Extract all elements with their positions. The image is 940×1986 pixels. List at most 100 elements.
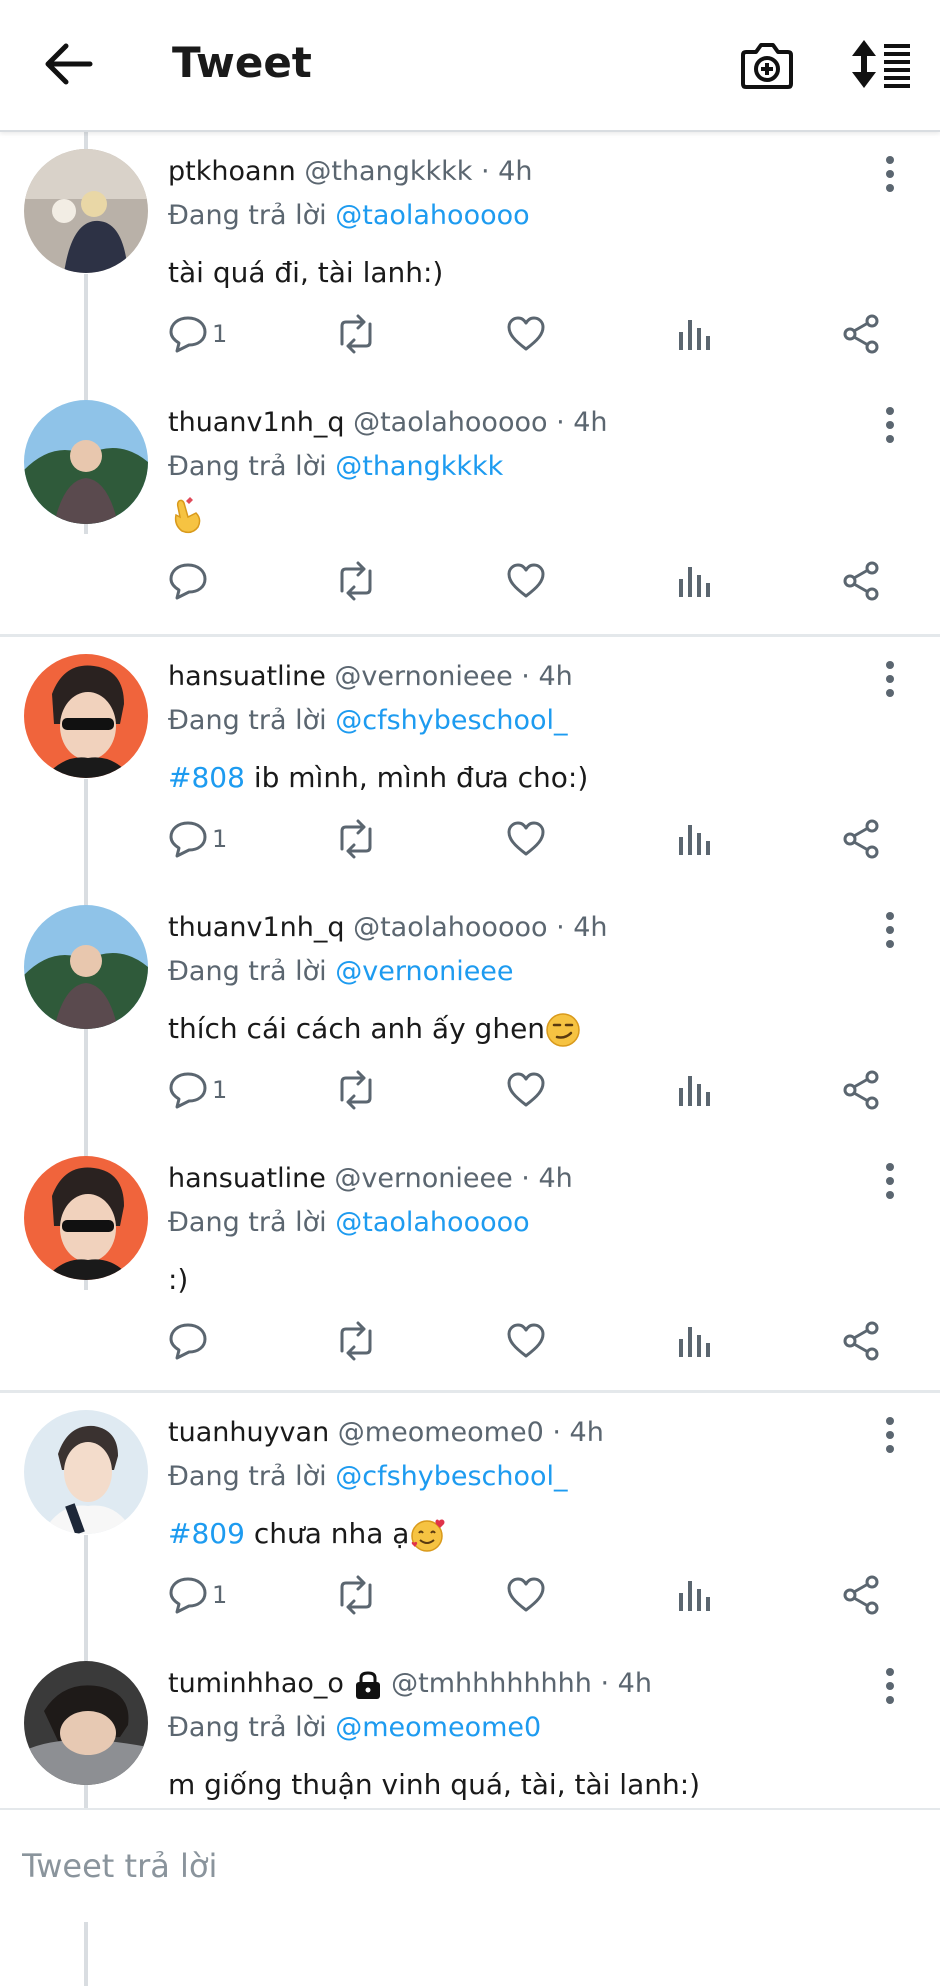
share-button[interactable] bbox=[842, 314, 880, 358]
timestamp: · 4h bbox=[552, 1417, 604, 1448]
like-button[interactable] bbox=[506, 1070, 546, 1114]
replying-to-label: Đang trả lời bbox=[168, 956, 327, 987]
sort-order-icon[interactable] bbox=[850, 38, 912, 90]
reply-button[interactable]: 1 bbox=[168, 1575, 248, 1619]
user-handle[interactable]: @vernonieee bbox=[334, 1163, 512, 1194]
replying-to-label: Đang trả lời bbox=[168, 1712, 327, 1743]
share-icon bbox=[843, 819, 879, 859]
user-handle[interactable]: @meomeome0 bbox=[338, 1417, 544, 1448]
user-handle[interactable]: @tmhhhhhhhh bbox=[391, 1668, 592, 1699]
like-button[interactable] bbox=[506, 314, 546, 358]
avatar[interactable] bbox=[24, 149, 148, 273]
tweet-author-line: ptkhoann @thangkkkk · 4h bbox=[168, 156, 532, 187]
view-stats-button[interactable] bbox=[676, 1070, 710, 1114]
username[interactable]: thuanv1nh_q bbox=[168, 912, 345, 943]
username[interactable]: ptkhoann bbox=[168, 156, 296, 187]
tweet-author-line: hansuatline @vernonieee · 4h bbox=[168, 661, 573, 692]
tweet-author-line: tuanhuyvan @meomeome0 · 4h bbox=[168, 1417, 604, 1448]
reply-to-mention[interactable]: @thangkkkk bbox=[335, 451, 503, 482]
analytics-icon bbox=[679, 1581, 710, 1611]
retweet-button[interactable] bbox=[334, 561, 378, 605]
reply-button[interactable] bbox=[168, 561, 248, 605]
reply-to-mention[interactable]: @meomeome0 bbox=[335, 1712, 541, 1743]
more-options-icon[interactable] bbox=[878, 659, 902, 699]
share-button[interactable] bbox=[842, 1321, 880, 1365]
tweet-item[interactable]: hansuatline @vernonieee · 4h Đang trả lờ… bbox=[0, 1139, 940, 1390]
username[interactable]: hansuatline bbox=[168, 661, 326, 692]
more-options-icon[interactable] bbox=[878, 1666, 902, 1706]
camera-add-icon[interactable] bbox=[740, 38, 794, 92]
more-options-icon[interactable] bbox=[878, 405, 902, 445]
view-stats-button[interactable] bbox=[676, 314, 710, 358]
lock-icon bbox=[355, 1670, 380, 1699]
retweet-button[interactable] bbox=[334, 1070, 378, 1114]
view-stats-button[interactable] bbox=[676, 1575, 710, 1619]
view-stats-button[interactable] bbox=[676, 561, 710, 605]
user-handle[interactable]: @taolahooooo bbox=[353, 407, 547, 438]
more-options-icon[interactable] bbox=[878, 1161, 902, 1201]
analytics-icon bbox=[679, 320, 710, 350]
back-arrow-icon[interactable] bbox=[40, 40, 94, 88]
reply-composer bbox=[0, 1808, 940, 1922]
retweet-button[interactable] bbox=[334, 1321, 378, 1365]
user-handle[interactable]: @thangkkkk bbox=[304, 156, 472, 187]
username[interactable]: thuanv1nh_q bbox=[168, 407, 345, 438]
tweet-item[interactable]: tuanhuyvan @meomeome0 · 4h Đang trả lời … bbox=[0, 1393, 940, 1644]
reply-button[interactable]: 1 bbox=[168, 314, 248, 358]
reply-input[interactable] bbox=[20, 1840, 924, 1892]
reply-to-mention[interactable]: @cfshybeschool_ bbox=[335, 705, 567, 736]
tweet-text bbox=[168, 495, 204, 535]
reply-to-mention[interactable]: @taolahooooo bbox=[335, 200, 529, 231]
retweet-icon bbox=[340, 1575, 372, 1615]
hashtag-link[interactable]: #809 bbox=[168, 1517, 245, 1550]
avatar[interactable] bbox=[24, 400, 148, 524]
share-button[interactable] bbox=[842, 1575, 880, 1619]
hashtag-link[interactable]: #808 bbox=[168, 761, 245, 794]
avatar[interactable] bbox=[24, 1661, 148, 1785]
user-handle[interactable]: @vernonieee bbox=[334, 661, 512, 692]
avatar[interactable] bbox=[24, 905, 148, 1029]
retweet-icon bbox=[340, 819, 372, 859]
like-button[interactable] bbox=[506, 1575, 546, 1619]
share-icon bbox=[843, 314, 879, 354]
like-button[interactable] bbox=[506, 819, 546, 863]
view-stats-button[interactable] bbox=[676, 819, 710, 863]
reply-button[interactable]: 1 bbox=[168, 819, 248, 863]
avatar[interactable] bbox=[24, 1410, 148, 1534]
more-options-icon[interactable] bbox=[878, 1415, 902, 1455]
reply-to-mention[interactable]: @vernonieee bbox=[335, 956, 513, 987]
username[interactable]: tuanhuyvan bbox=[168, 1417, 329, 1448]
tweet-item[interactable]: hansuatline @vernonieee · 4h Đang trả lờ… bbox=[0, 637, 940, 888]
reply-to-mention[interactable]: @cfshybeschool_ bbox=[335, 1461, 567, 1492]
like-button[interactable] bbox=[506, 1321, 546, 1365]
share-button[interactable] bbox=[842, 1070, 880, 1114]
tweet-author-line: hansuatline @vernonieee · 4h bbox=[168, 1163, 573, 1194]
user-handle[interactable]: @taolahooooo bbox=[353, 912, 547, 943]
view-stats-button[interactable] bbox=[676, 1321, 710, 1365]
retweet-button[interactable] bbox=[334, 1575, 378, 1619]
reply-to-mention[interactable]: @taolahooooo bbox=[335, 1207, 529, 1238]
tweet-item[interactable]: thuanv1nh_q @taolahooooo · 4h Đang trả l… bbox=[0, 888, 940, 1139]
share-button[interactable] bbox=[842, 819, 880, 863]
avatar[interactable] bbox=[24, 1156, 148, 1280]
smiling-face-with-hearts-emoji-icon bbox=[411, 1519, 445, 1552]
more-options-icon[interactable] bbox=[878, 154, 902, 194]
tweet-actions: 1 bbox=[0, 1070, 940, 1120]
retweet-button[interactable] bbox=[334, 819, 378, 863]
reply-button[interactable] bbox=[168, 1321, 248, 1365]
tweet-item[interactable]: thuanv1nh_q @taolahooooo · 4h Đang trả l… bbox=[0, 383, 940, 634]
analytics-icon bbox=[679, 1327, 710, 1357]
retweet-button[interactable] bbox=[334, 314, 378, 358]
share-button[interactable] bbox=[842, 561, 880, 605]
username[interactable]: tuminhhao_o bbox=[168, 1668, 344, 1699]
heart-icon bbox=[507, 563, 545, 598]
tweet-item[interactable]: ptkhoann @thangkkkk · 4h Đang trả lời @t… bbox=[0, 132, 940, 383]
replying-to-label: Đang trả lời bbox=[168, 451, 327, 482]
avatar[interactable] bbox=[24, 654, 148, 778]
analytics-icon bbox=[679, 567, 710, 597]
username[interactable]: hansuatline bbox=[168, 1163, 326, 1194]
tweet-author-line: thuanv1nh_q @taolahooooo · 4h bbox=[168, 407, 608, 438]
reply-button[interactable]: 1 bbox=[168, 1070, 248, 1114]
like-button[interactable] bbox=[506, 561, 546, 605]
more-options-icon[interactable] bbox=[878, 910, 902, 950]
